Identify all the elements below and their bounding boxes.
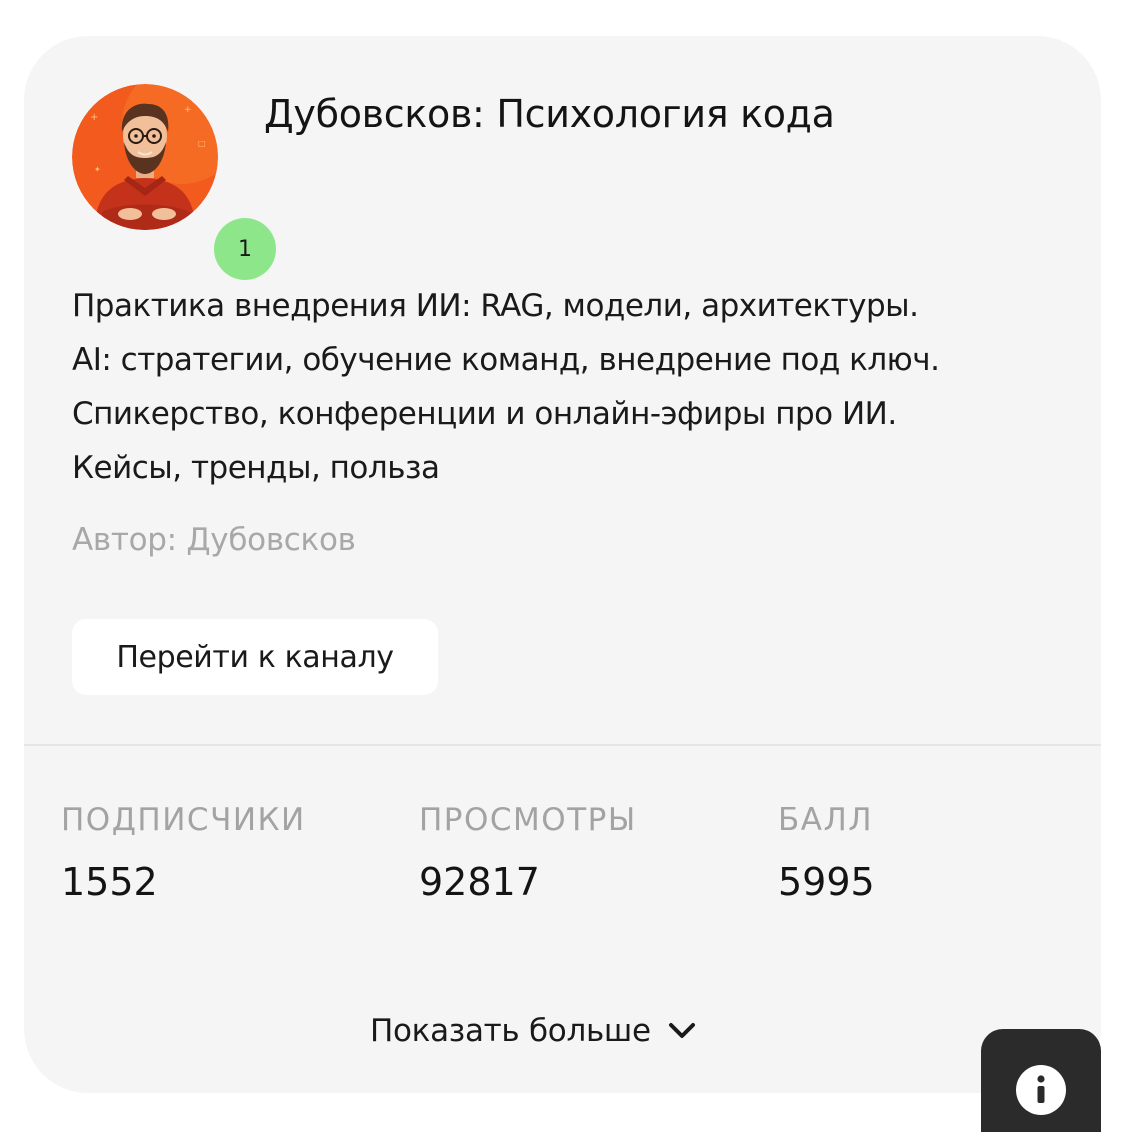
channel-card: + + □ ✦ 1 Дубовсков: Психология кода Пра…	[24, 36, 1101, 1093]
stat-value: 92817	[419, 860, 540, 904]
notification-badge: 1	[214, 218, 276, 280]
stat-label: ПОДПИСЧИКИ	[61, 802, 306, 838]
go-to-channel-button[interactable]: Перейти к каналу	[72, 619, 438, 695]
show-more-button[interactable]: Показать больше	[370, 1006, 699, 1056]
channel-description: Практика внедрения ИИ: RAG, модели, архи…	[72, 279, 1082, 495]
stat-value: 5995	[778, 860, 875, 904]
description-line: AI: стратегии, обучение команд, внедрени…	[72, 342, 940, 378]
stat-views: ПРОСМОТРЫ 92817	[419, 802, 637, 904]
page: + + □ ✦ 1 Дубовсков: Психология кода Пра…	[0, 0, 1125, 1132]
description-line: Спикерство, конференции и онлайн-эфиры п…	[72, 396, 897, 432]
stat-subscribers: ПОДПИСЧИКИ 1552	[61, 802, 306, 904]
svg-text:✦: ✦	[94, 165, 101, 174]
channel-title[interactable]: Дубовсков: Психология кода	[264, 92, 835, 136]
author-label: Автор: Дубовсков	[72, 522, 356, 558]
chevron-down-icon	[668, 1023, 695, 1038]
show-more-label: Показать больше	[370, 1013, 651, 1049]
divider	[24, 744, 1101, 746]
info-button[interactable]	[981, 1029, 1101, 1132]
stat-label: ПРОСМОТРЫ	[419, 802, 637, 838]
svg-text:+: +	[184, 105, 192, 115]
svg-text:+: +	[90, 112, 98, 123]
avatar-container[interactable]: + + □ ✦ 1	[72, 84, 276, 280]
info-icon	[1016, 1065, 1066, 1115]
description-line: Кейсы, тренды, польза	[72, 450, 440, 486]
svg-text:□: □	[198, 139, 206, 148]
stat-label: БАЛЛ	[778, 802, 874, 838]
description-line: Практика внедрения ИИ: RAG, модели, архи…	[72, 288, 919, 324]
stat-value: 1552	[61, 860, 158, 904]
stat-score: БАЛЛ 5995	[778, 802, 875, 904]
avatar[interactable]: + + □ ✦	[72, 84, 218, 230]
